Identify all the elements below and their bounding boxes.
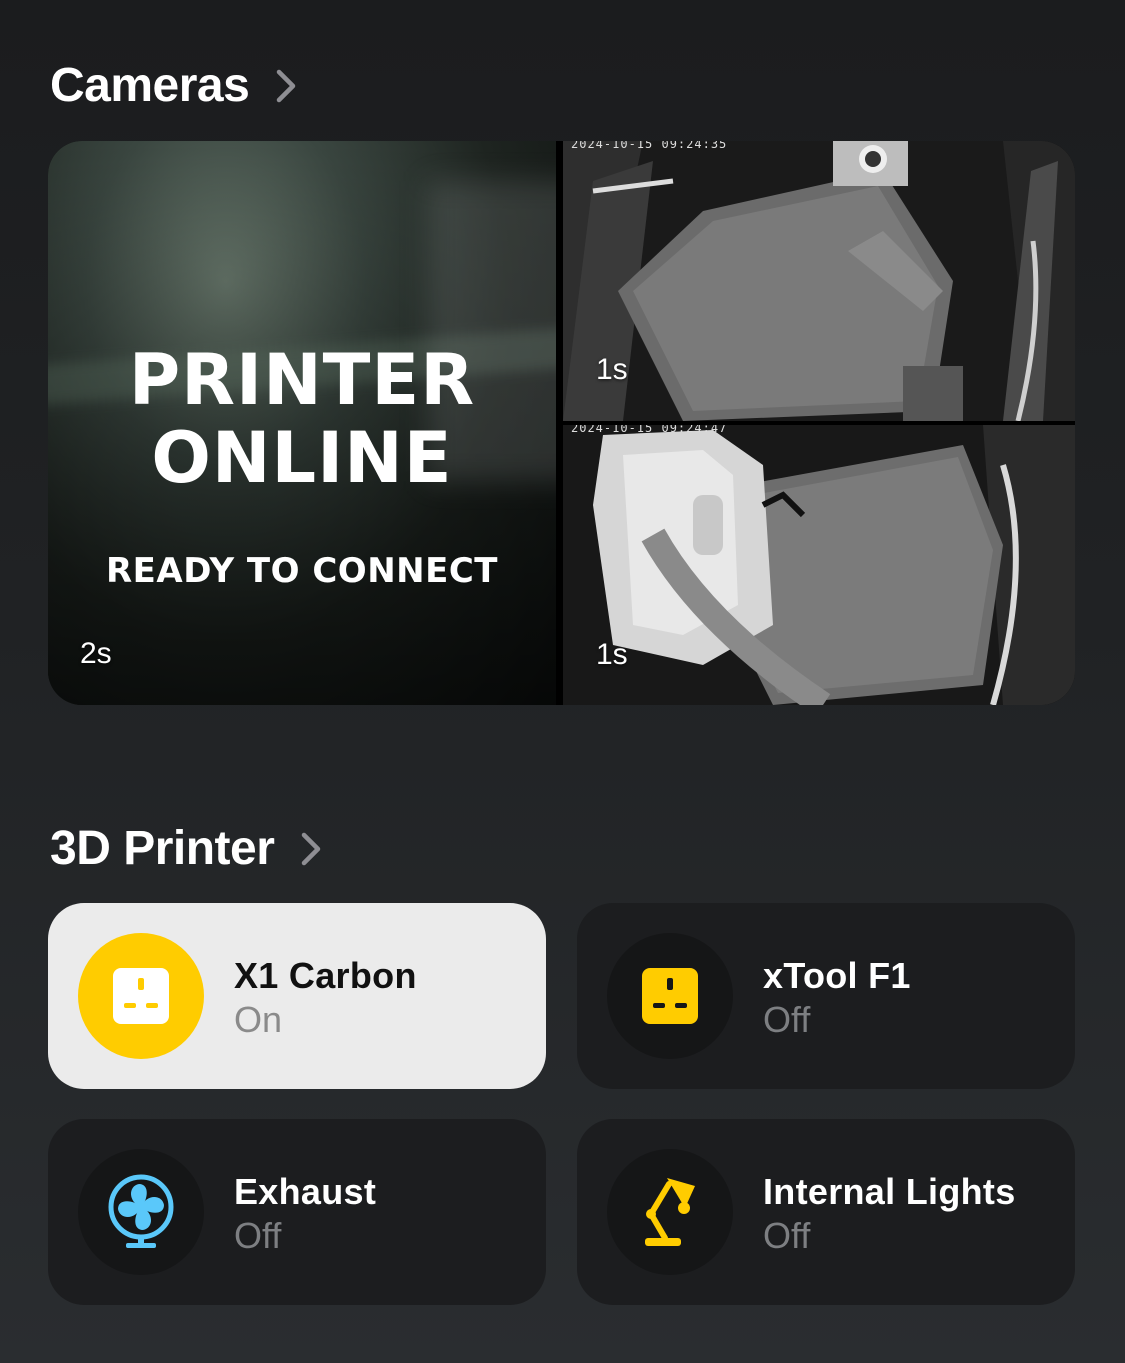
accessory-name: Exhaust xyxy=(234,1171,377,1212)
outlet-icon xyxy=(642,968,698,1024)
camera-feed-main[interactable]: PRINTER ONLINE READY TO CONNECT 2s xyxy=(48,141,556,705)
accessory-tile-internal-lights[interactable]: Internal Lights Off xyxy=(577,1119,1075,1305)
accessory-name: Internal Lights xyxy=(763,1171,1016,1212)
fan-icon xyxy=(108,1174,174,1248)
camera-feed-3[interactable]: 2024-10-15 09:24:47 1s xyxy=(563,425,1075,705)
accessory-tile-exhaust[interactable]: Exhaust Off xyxy=(48,1119,546,1305)
cameras-title: Cameras xyxy=(50,59,250,112)
printer-section-header[interactable]: 3D Printer xyxy=(50,821,322,876)
accessory-state: On xyxy=(234,999,283,1040)
accessory-state: Off xyxy=(234,1215,282,1256)
camera-grid: PRINTER ONLINE READY TO CONNECT 2s 2024-… xyxy=(48,141,1075,705)
feed-age-label: 1s xyxy=(596,353,628,386)
accessory-state: Off xyxy=(763,999,811,1040)
printer-toolhead-view xyxy=(563,425,1075,705)
feed-overlay-line1: PRINTER xyxy=(128,339,476,421)
accessory-tile-x1-carbon[interactable]: X1 Carbon On xyxy=(48,903,546,1089)
accessory-name: X1 Carbon xyxy=(234,955,417,996)
camera-feed-2[interactable]: 2024-10-15 09:24:35 1s xyxy=(563,141,1075,421)
fan-icon-button[interactable] xyxy=(78,1149,204,1275)
printer-bed-top-view xyxy=(563,141,1075,421)
feed-age-label: 2s xyxy=(80,637,112,670)
accessory-state: Off xyxy=(763,1215,811,1256)
feed-timestamp: 2024-10-15 09:24:35 xyxy=(571,141,728,151)
accessory-name: xTool F1 xyxy=(763,955,911,996)
outlet-icon-button[interactable] xyxy=(78,933,204,1059)
chevron-right-icon xyxy=(277,69,296,102)
feed-timestamp: 2024-10-15 09:24:47 xyxy=(571,425,728,435)
printer-section-title: 3D Printer xyxy=(50,822,275,875)
lamp-icon-button[interactable] xyxy=(607,1149,733,1275)
outlet-icon xyxy=(113,968,169,1024)
feed-overlay-subtitle: READY TO CONNECT xyxy=(106,551,498,591)
outlet-icon-button[interactable] xyxy=(607,933,733,1059)
feed-overlay-line2: ONLINE xyxy=(151,417,453,499)
chevron-right-icon xyxy=(302,832,321,865)
cameras-section-header[interactable]: Cameras xyxy=(50,58,297,113)
accessory-tile-xtool-f1[interactable]: xTool F1 Off xyxy=(577,903,1075,1089)
lamp-icon xyxy=(645,1178,695,1246)
feed-age-label: 1s xyxy=(596,638,628,671)
